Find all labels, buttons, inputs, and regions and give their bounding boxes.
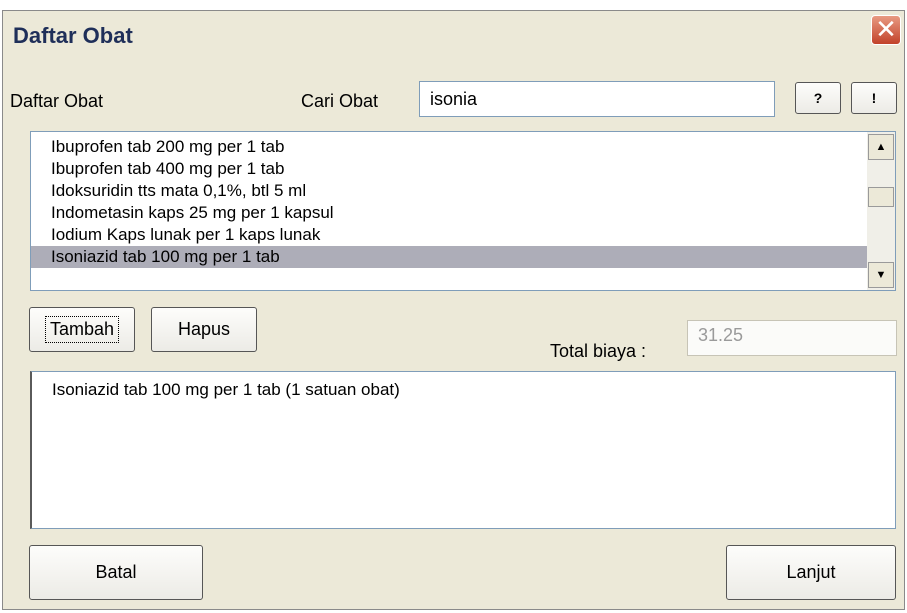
drug-listbox[interactable]: Ibuprofen tab 200 mg per 1 tab Ibuprofen … bbox=[30, 131, 896, 291]
search-input[interactable] bbox=[419, 81, 775, 117]
total-label: Total biaya : bbox=[550, 341, 647, 361]
exec-button[interactable]: ! bbox=[851, 82, 897, 114]
title-bar: Daftar Obat ✕ bbox=[3, 11, 904, 61]
next-button[interactable]: Lanjut bbox=[726, 545, 896, 600]
cancel-button[interactable]: Batal bbox=[29, 545, 203, 600]
scroll-up-icon[interactable]: ▲ bbox=[868, 134, 894, 160]
dialog-window: Daftar Obat ✕ Daftar Obat Cari Obat ? ! … bbox=[2, 10, 905, 610]
list-scrollbar[interactable]: ▲ ▼ bbox=[867, 132, 895, 290]
list-item[interactable]: Indometasin kaps 25 mg per 1 kapsul bbox=[31, 202, 895, 224]
scroll-down-icon[interactable]: ▼ bbox=[868, 262, 894, 288]
list-label: Daftar Obat bbox=[10, 91, 104, 111]
selected-item: Isoniazid tab 100 mg per 1 tab (1 satuan… bbox=[52, 380, 400, 399]
total-field: 31.25 bbox=[687, 320, 897, 356]
selected-items-box[interactable]: Isoniazid tab 100 mg per 1 tab (1 satuan… bbox=[30, 371, 896, 529]
search-label: Cari Obat bbox=[301, 91, 379, 111]
list-item[interactable]: Ibuprofen tab 400 mg per 1 tab bbox=[31, 158, 895, 180]
add-button[interactable]: Tambah bbox=[29, 307, 135, 352]
list-item[interactable]: Iodium Kaps lunak per 1 kaps lunak bbox=[31, 224, 895, 246]
list-item[interactable]: Isoniazid tab 100 mg per 1 tab bbox=[31, 246, 895, 268]
list-item[interactable]: Idoksuridin tts mata 0,1%, btl 5 ml bbox=[31, 180, 895, 202]
window-title: Daftar Obat bbox=[13, 23, 133, 48]
list-item[interactable]: Ibuprofen tab 200 mg per 1 tab bbox=[31, 136, 895, 158]
remove-button[interactable]: Hapus bbox=[151, 307, 257, 352]
add-button-label: Tambah bbox=[44, 316, 120, 343]
help-button[interactable]: ? bbox=[795, 82, 841, 114]
close-icon[interactable]: ✕ bbox=[871, 15, 901, 45]
scroll-thumb[interactable] bbox=[868, 187, 894, 207]
